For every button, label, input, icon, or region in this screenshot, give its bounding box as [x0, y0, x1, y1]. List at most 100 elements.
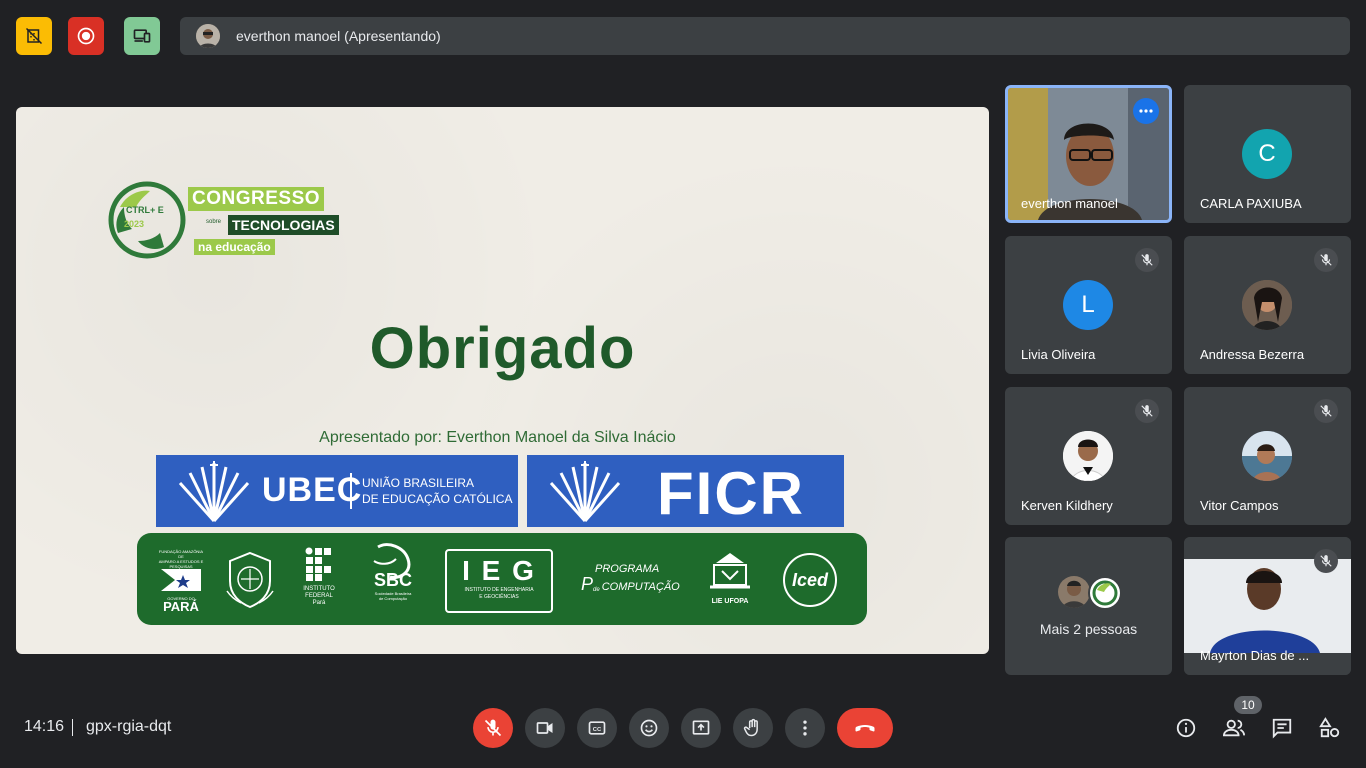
- participant-name: Vitor Campos: [1200, 498, 1279, 513]
- companion-device-icon[interactable]: [124, 17, 160, 55]
- cathedral-icon: [178, 461, 250, 523]
- avatar: [1088, 576, 1122, 610]
- programa-line1: PROGRAMA: [595, 563, 660, 575]
- shared-screen: CTRL+ E 2023 CONGRESSO sobre TECNOLOGIAS…: [16, 107, 989, 654]
- sbc-logo: SBC Sociedade Brasileira de Computação: [365, 541, 421, 601]
- lie-label: LIE UFOPA: [711, 598, 749, 605]
- ieg-sub: INSTITUTO DE ENGENHARIA E GEOCIÊNCIAS: [447, 587, 551, 601]
- captions-icon: CC: [588, 721, 606, 735]
- avatar: C: [1242, 129, 1292, 179]
- ieg-sub1: INSTITUTO DE ENGENHARIA: [464, 587, 534, 593]
- more-participants-tile[interactable]: Mais 2 pessoas: [1005, 537, 1172, 675]
- avatar: [196, 24, 220, 48]
- divider: [72, 719, 73, 736]
- ubec-line2: DE EDUCAÇÃO CATÓLICA: [362, 492, 513, 506]
- mic-off-icon: [484, 719, 502, 737]
- logo-sobre: sobre: [206, 219, 222, 225]
- camera-toggle-button[interactable]: [525, 708, 565, 748]
- record-icon[interactable]: [68, 17, 104, 55]
- para-flag-icon: [161, 569, 201, 591]
- people-button[interactable]: [1220, 714, 1248, 742]
- people-icon: [1222, 719, 1245, 737]
- avatar: [1058, 576, 1090, 608]
- ifpa-text: INSTITUTO FEDERAL Pará: [299, 586, 339, 607]
- meeting-details-button[interactable]: [1172, 714, 1200, 742]
- participant-tile[interactable]: Vitor Campos: [1184, 387, 1351, 525]
- meeting-code: gpx-rgia-dqt: [86, 718, 172, 735]
- more-options-icon[interactable]: [1133, 98, 1159, 124]
- sbc-sub: Sociedade Brasileira de Computação: [365, 591, 421, 601]
- more-options-button[interactable]: [785, 708, 825, 748]
- ifpa-line2: FEDERAL: [305, 593, 333, 599]
- avatar-initial: L: [1081, 291, 1095, 318]
- captions-button[interactable]: CC: [577, 708, 617, 748]
- participant-tile[interactable]: C CARLA PAXIUBA: [1184, 85, 1351, 223]
- presenter-name: everthon manoel (Apresentando): [236, 28, 441, 44]
- leave-call-button[interactable]: [837, 708, 893, 748]
- top-bar: everthon manoel (Apresentando): [0, 0, 1366, 72]
- mic-toggle-button[interactable]: [473, 708, 513, 748]
- iced-logo: Iced: [783, 553, 837, 607]
- mic-off-icon: [1135, 248, 1159, 272]
- divider: [350, 473, 352, 509]
- programa-line2-row: P de COMPUTAÇÃO: [581, 575, 681, 593]
- participant-name: CARLA PAXIUBA: [1200, 196, 1302, 211]
- raise-hand-button[interactable]: [733, 708, 773, 748]
- lie-house-icon: [710, 553, 750, 589]
- partner-logos-strip: FUNDAÇÃO AMAZÔNIA DE AMPARO A ESTUDOS E …: [137, 533, 867, 625]
- avatar: [1242, 431, 1292, 481]
- end-call-icon: [855, 725, 875, 732]
- raise-hand-icon: [743, 718, 758, 737]
- avatar: L: [1063, 280, 1113, 330]
- bottom-bar: 14:16 gpx-rgia-dqt CC 10: [0, 688, 1366, 768]
- logo-congresso: CONGRESSO: [188, 187, 325, 211]
- info-icon: [1176, 718, 1196, 738]
- avatar: [1063, 431, 1113, 481]
- emoji-icon: [640, 719, 658, 737]
- presenter-banner: everthon manoel (Apresentando): [180, 17, 1350, 55]
- participant-tile[interactable]: Kerven Kildhery: [1005, 387, 1172, 525]
- ieg-acronym: I E G: [462, 555, 536, 586]
- participant-tile[interactable]: L Livia Oliveira: [1005, 236, 1172, 374]
- reactions-button[interactable]: [629, 708, 669, 748]
- people-count-badge: 10: [1234, 696, 1262, 714]
- camera-icon: [536, 722, 553, 734]
- ubec-full-name: UNIÃO BRASILEIRA DE EDUCAÇÃO CATÓLICA: [362, 475, 512, 507]
- chat-button[interactable]: [1268, 714, 1296, 742]
- programa-p: P: [581, 574, 594, 594]
- ieg-logo: I E G INSTITUTO DE ENGENHARIA E GEOCIÊNC…: [445, 549, 553, 613]
- no-video-feed-icon[interactable]: [16, 17, 52, 55]
- programa-computacao-logo: PROGRAMA P de COMPUTAÇÃO: [581, 563, 681, 593]
- logo-tecnologias: TECNOLOGIAS: [228, 215, 339, 235]
- ficr-acronym: FICR: [657, 460, 805, 527]
- ubec-line1: UNIÃO BRASILEIRA: [362, 476, 475, 490]
- logo-ring-text: CTRL+ E: [126, 205, 164, 215]
- activities-icon: [1319, 717, 1340, 738]
- ifpa-logo: INSTITUTO FEDERAL Pará: [299, 547, 339, 607]
- present-icon: [692, 720, 710, 735]
- ifpa-grid-icon: [305, 547, 331, 581]
- more-options-icon: [803, 720, 807, 736]
- clock: 14:16: [24, 718, 65, 735]
- ifpa-line1: INSTITUTO: [303, 586, 335, 592]
- programa-line2: COMPUTAÇÃO: [601, 581, 680, 593]
- logo-educacao: na educação: [194, 239, 275, 255]
- participant-tile[interactable]: Mayrton Dias de ...: [1184, 537, 1351, 675]
- mic-off-icon: [1135, 399, 1159, 423]
- mic-off-icon: [1314, 248, 1338, 272]
- participant-tile[interactable]: everthon manoel: [1005, 85, 1172, 223]
- participant-name: everthon manoel: [1021, 196, 1118, 211]
- participant-tile[interactable]: Andressa Bezerra: [1184, 236, 1351, 374]
- ifpa-line3: Pará: [312, 600, 326, 606]
- activities-button[interactable]: [1316, 714, 1344, 742]
- ubec-banner: UBEC UNIÃO BRASILEIRA DE EDUCAÇÃO CATÓLI…: [156, 455, 518, 527]
- congress-logo: CTRL+ E 2023 CONGRESSO sobre TECNOLOGIAS…: [104, 177, 344, 267]
- fapespa-line1: FUNDAÇÃO AMAZÔNIA DE: [158, 549, 204, 559]
- participant-name: Mayrton Dias de ...: [1200, 648, 1310, 663]
- slide-title: Obrigado: [369, 316, 636, 381]
- fapespa-text: FUNDAÇÃO AMAZÔNIA DE AMPARO A ESTUDOS E …: [157, 549, 205, 569]
- present-now-button[interactable]: [681, 708, 721, 748]
- crest-icon: [226, 551, 274, 609]
- fapespa-logo: FUNDAÇÃO AMAZÔNIA DE AMPARO A ESTUDOS E …: [157, 549, 205, 613]
- more-participants-label: Mais 2 pessoas: [1039, 621, 1138, 637]
